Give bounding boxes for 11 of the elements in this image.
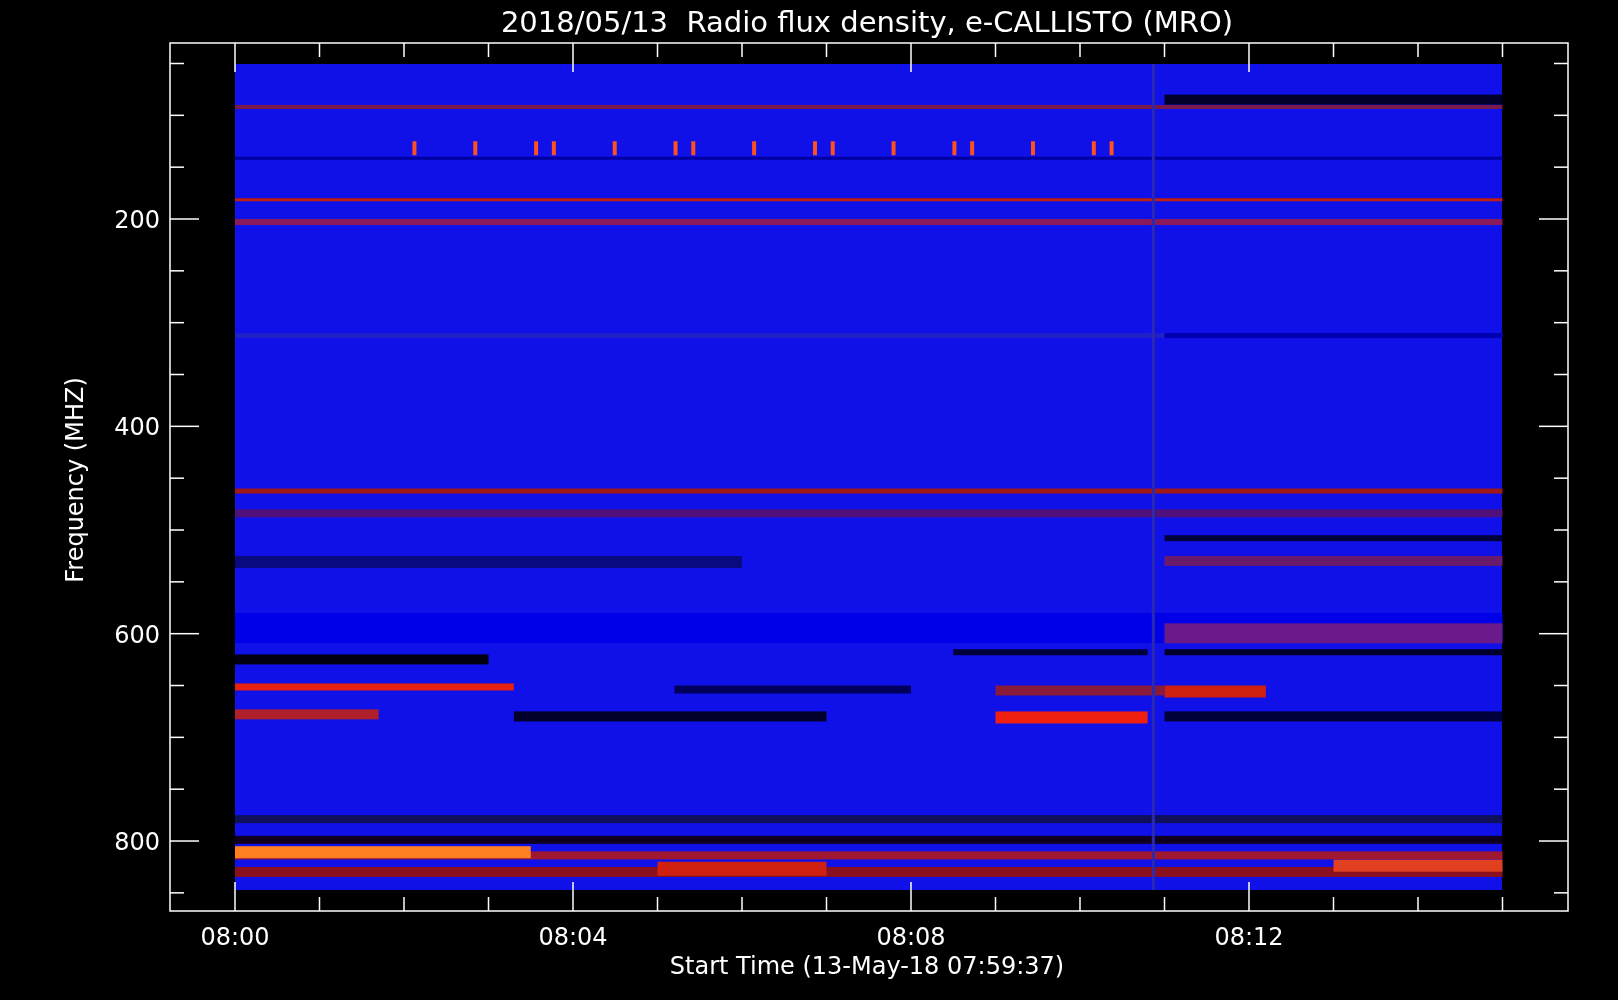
y-tick-label: 800 [114,828,160,856]
x-tick-label: 08:04 [538,923,608,951]
y-axis-label: Frequency (MHZ) [61,377,89,583]
y-tick-label: 400 [114,413,160,442]
y-tick-label: 600 [114,620,160,649]
chart-title: 2018/05/13 Radio flux density, e-CALLISTO (MRO) [500,5,1234,39]
x-tick-label: 08:00 [200,923,270,951]
x-tick-label: 08:12 [1214,923,1284,951]
y-tick-label: 200 [114,206,160,234]
x-axis-label: Start Time (13-May-18 07:59:37) [669,952,1065,980]
x-tick-label: 08:08 [876,923,946,951]
